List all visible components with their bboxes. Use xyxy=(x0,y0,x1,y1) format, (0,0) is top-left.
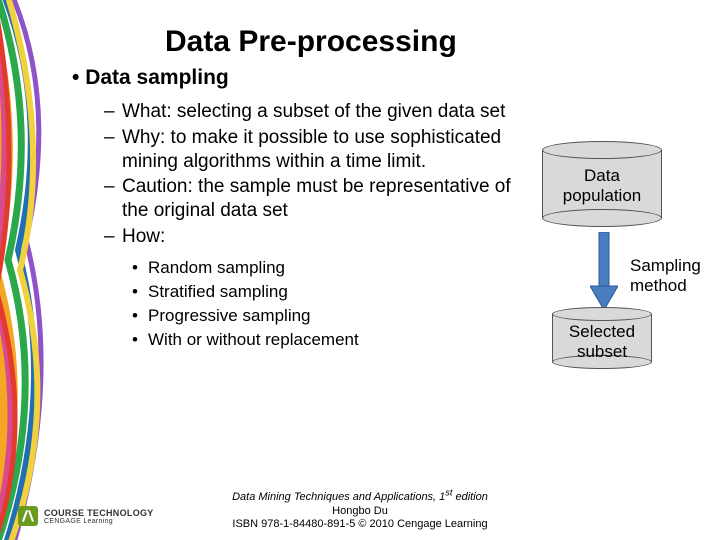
arrow-label-2: method xyxy=(630,276,687,295)
arrow-label-1: Sampling xyxy=(630,256,701,275)
content-area: • Data sampling –What: selecting a subse… xyxy=(72,60,512,353)
footer-line1-suffix: edition xyxy=(452,491,487,503)
dash-text: Caution: the sample must be representati… xyxy=(122,175,512,223)
dash-item: –Caution: the sample must be representat… xyxy=(104,175,512,223)
publisher-logo: COURSE TECHNOLOGY CENGAGE Learning xyxy=(18,506,154,526)
dot-item: •Random sampling xyxy=(132,257,512,279)
cylinder-data-population: Data population xyxy=(542,150,662,218)
slide-title: Data Pre-processing xyxy=(165,25,457,59)
dash-item: –What: selecting a subset of the given d… xyxy=(104,100,512,124)
cyl-bottom-label-1: Selected xyxy=(569,322,635,341)
logo-text-line1: COURSE TECHNOLOGY xyxy=(44,508,154,518)
dot-text: Stratified sampling xyxy=(148,281,288,303)
dash-text: What: selecting a subset of the given da… xyxy=(122,100,505,124)
bullet-level-1: • Data sampling xyxy=(72,66,512,90)
cylinder-selected-subset: Selected subset xyxy=(552,314,652,362)
cyl-bottom-label-2: subset xyxy=(577,342,627,361)
decorative-stripes xyxy=(0,0,60,540)
logo-text-line2: CENGAGE Learning xyxy=(44,518,154,525)
arrow-down-icon xyxy=(590,232,618,310)
dash-text: How: xyxy=(122,225,165,249)
diagram-area: Data population Sampling method Selected… xyxy=(538,150,708,450)
footer-line1-prefix: Data Mining Techniques and Applications,… xyxy=(232,491,445,503)
dash-text: Why: to make it possible to use sophisti… xyxy=(122,126,512,174)
dash-item: –Why: to make it possible to use sophist… xyxy=(104,126,512,174)
dot-list: •Random sampling •Stratified sampling •P… xyxy=(132,257,512,351)
dot-item: •Progressive sampling xyxy=(132,305,512,327)
dot-text: Progressive sampling xyxy=(148,305,311,327)
arrow-label: Sampling method xyxy=(630,256,701,295)
logo-mark-icon xyxy=(18,506,38,526)
dot-text: Random sampling xyxy=(148,257,285,279)
dot-text: With or without replacement xyxy=(148,329,359,351)
dot-item: •Stratified sampling xyxy=(132,281,512,303)
dash-list: –What: selecting a subset of the given d… xyxy=(104,100,512,249)
cyl-top-label-2: population xyxy=(563,186,641,205)
bullet-1-text: Data sampling xyxy=(85,66,229,89)
dot-item: •With or without replacement xyxy=(132,329,512,351)
sampling-arrow xyxy=(590,232,618,315)
cyl-top-label-1: Data xyxy=(584,166,620,185)
dash-item: –How: xyxy=(104,225,512,249)
